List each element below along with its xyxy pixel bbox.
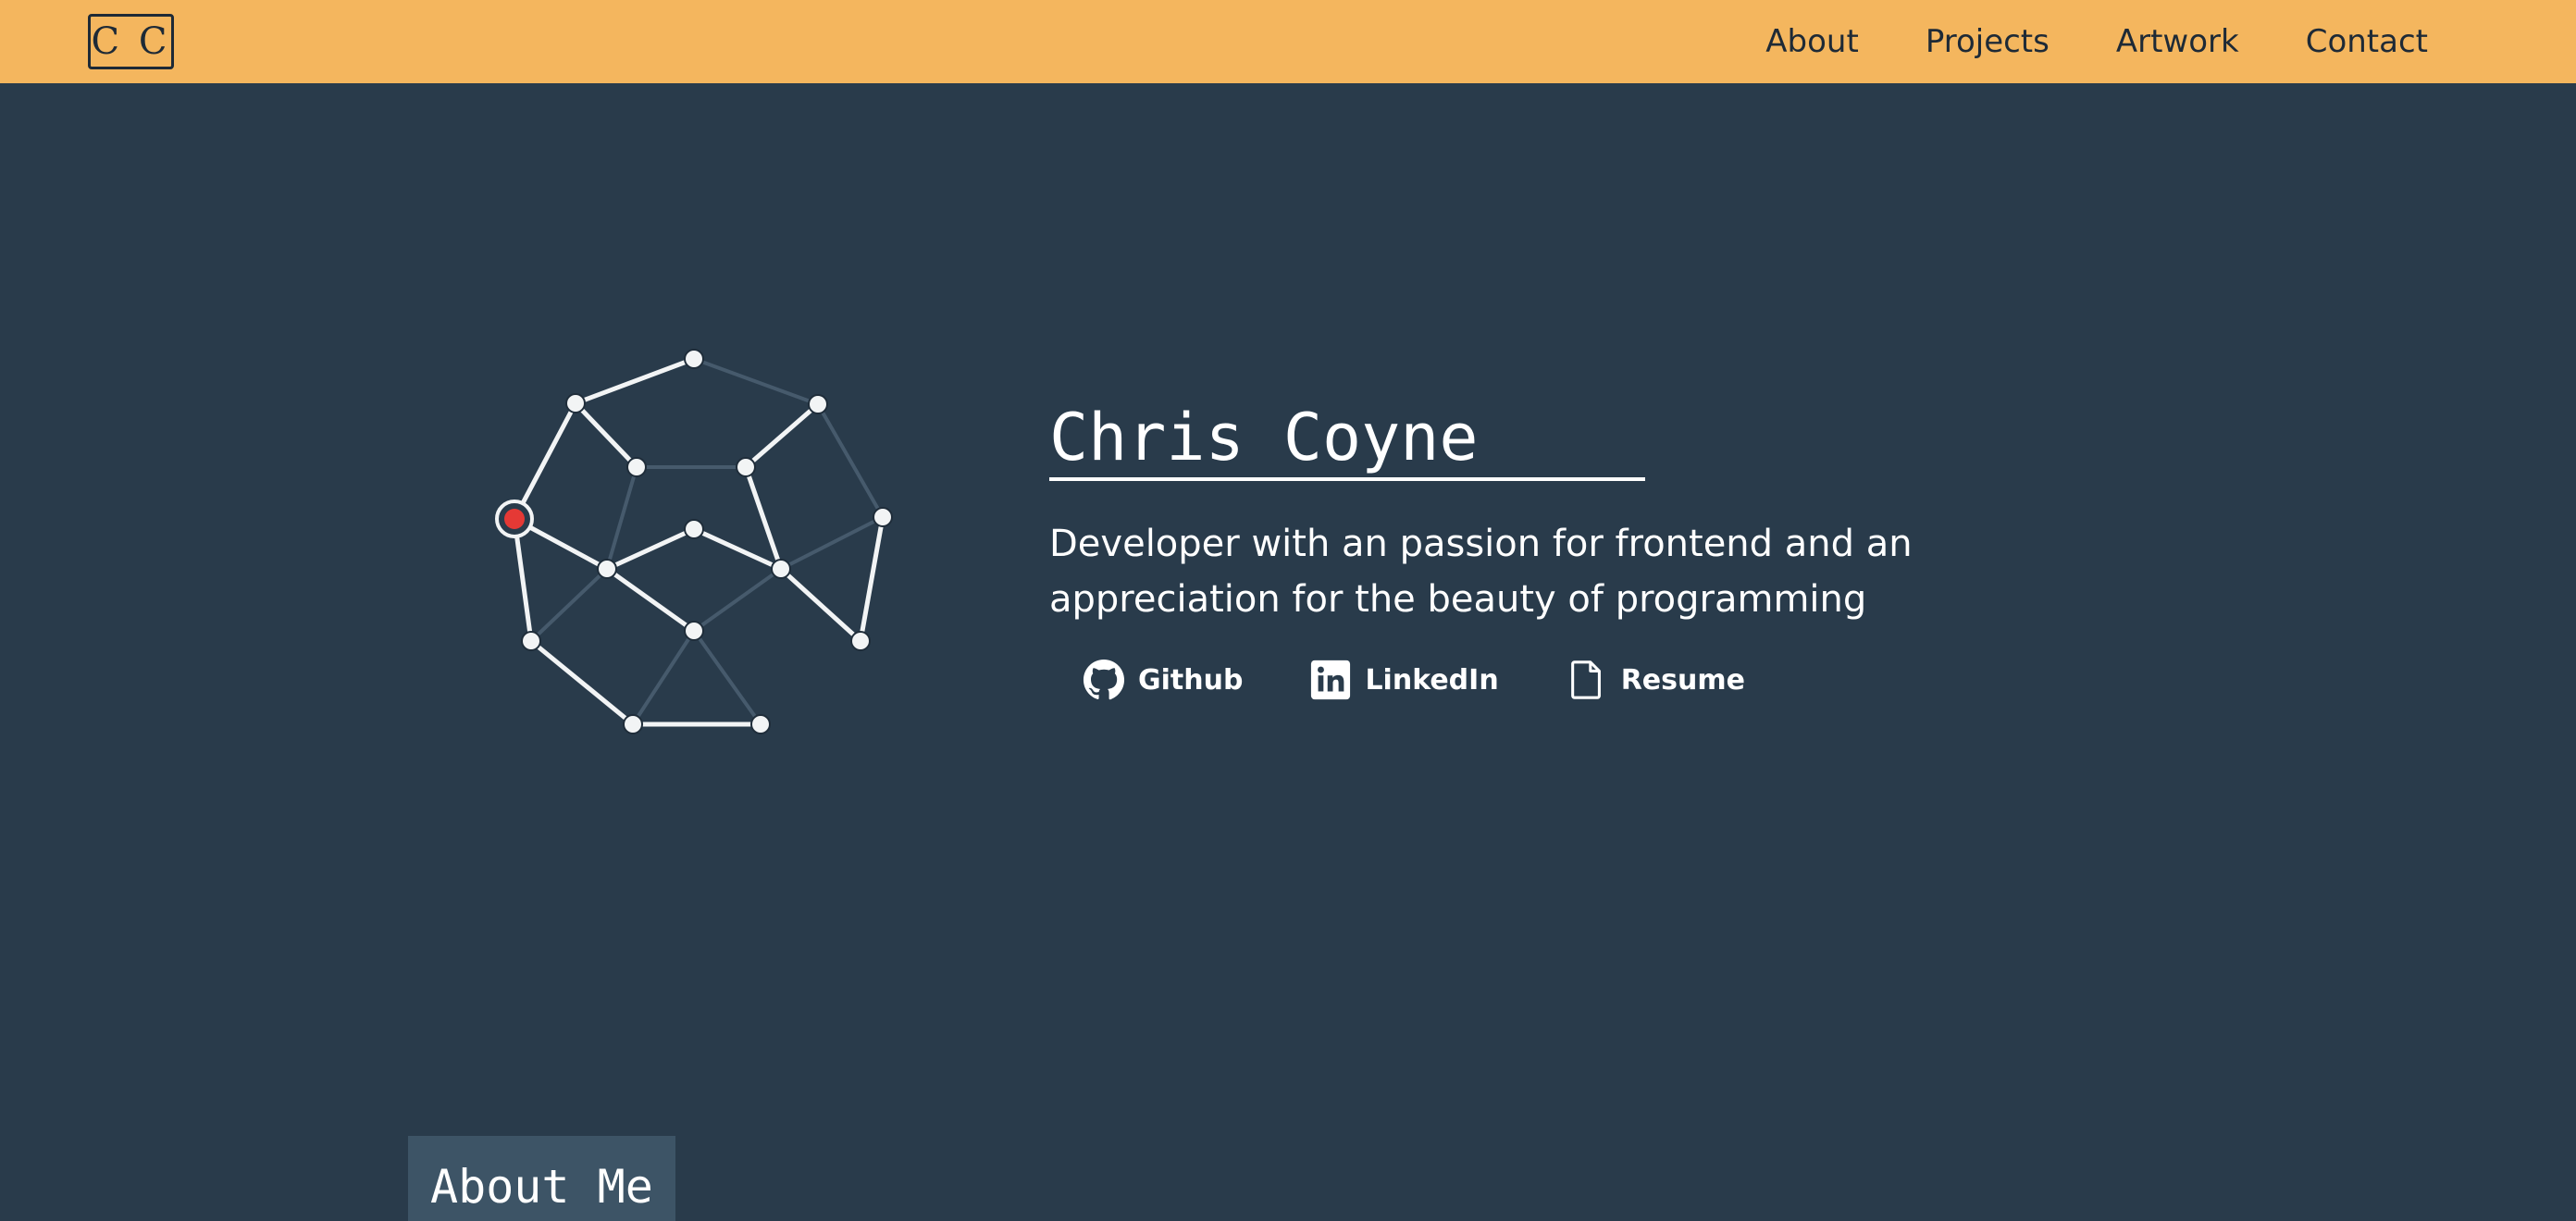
document-icon bbox=[1566, 659, 1608, 701]
hero-links: Github LinkedIn Resume bbox=[1083, 659, 2067, 701]
about-heading-text: About Me bbox=[430, 1160, 653, 1214]
node-graph-illustration bbox=[495, 349, 893, 734]
hero-name: Chris Coyne bbox=[1049, 398, 1645, 481]
active-node bbox=[495, 500, 534, 538]
resume-label: Resume bbox=[1620, 663, 1745, 697]
nav-link-artwork[interactable]: Artwork bbox=[2116, 23, 2239, 60]
linkedin-icon bbox=[1309, 659, 1352, 701]
resume-link[interactable]: Resume bbox=[1566, 659, 1745, 701]
github-link[interactable]: Github bbox=[1083, 659, 1243, 701]
github-icon bbox=[1083, 659, 1125, 701]
linkedin-link[interactable]: LinkedIn bbox=[1309, 659, 1499, 701]
github-label: Github bbox=[1138, 663, 1244, 697]
nav-link-contact[interactable]: Contact bbox=[2306, 23, 2428, 60]
navbar: C C About Projects Artwork Contact bbox=[0, 0, 2576, 83]
nav-link-projects[interactable]: Projects bbox=[1926, 23, 2050, 60]
nav-link-about[interactable]: About bbox=[1765, 23, 1859, 60]
hero-tagline: Developer with an passion for frontend a… bbox=[1049, 523, 1913, 621]
about-heading: About Me bbox=[408, 1136, 675, 1221]
logo[interactable]: C C bbox=[88, 14, 174, 69]
hero-section: Chris Coyne Developer with an passion fo… bbox=[1049, 398, 2067, 701]
nav-links: About Projects Artwork Contact bbox=[1765, 0, 2428, 83]
linkedin-label: LinkedIn bbox=[1365, 663, 1499, 697]
